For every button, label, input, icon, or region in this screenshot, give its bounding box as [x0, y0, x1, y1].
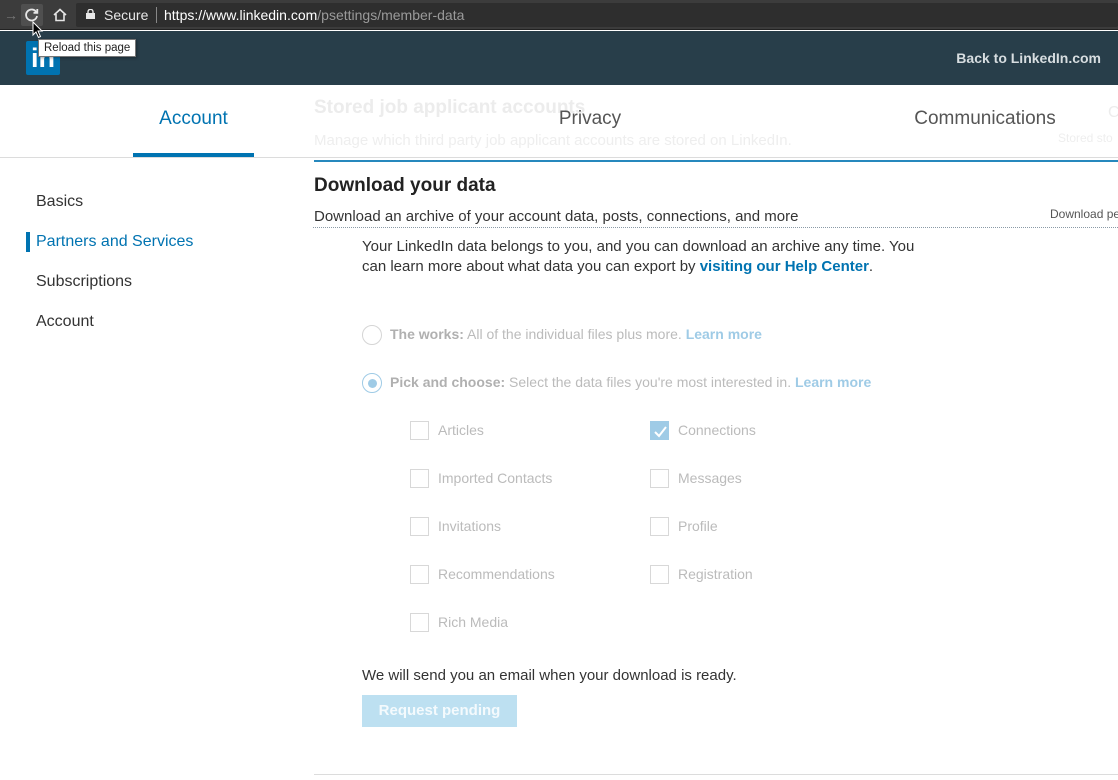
pick-and-choose-learn-more-link[interactable]: Learn more	[795, 374, 871, 390]
forward-icon[interactable]: →	[0, 4, 22, 26]
section-divider	[314, 160, 1118, 162]
pick-and-choose-desc: Select the data files you're most intere…	[505, 374, 795, 390]
omnibox-divider	[156, 7, 157, 23]
messages-checkbox[interactable]	[650, 469, 669, 488]
connections-label: Connections	[678, 422, 756, 438]
lock-icon	[86, 9, 95, 19]
secure-label: Secure	[104, 7, 149, 23]
tab-privacy[interactable]: Privacy	[530, 85, 650, 157]
home-icon[interactable]	[49, 4, 71, 26]
download-data-section-header[interactable]: Download your data Download an archive o…	[313, 170, 1118, 228]
settings-tabs: Account Privacy Communications	[0, 85, 1118, 158]
messages-label: Messages	[678, 470, 742, 486]
help-center-link[interactable]: visiting our Help Center	[700, 258, 869, 275]
rich-media-checkbox[interactable]	[410, 613, 429, 632]
linkedin-header: in Back to LinkedIn.com	[0, 31, 1118, 85]
profile-checkbox[interactable]	[650, 517, 669, 536]
section-description: Download an archive of your account data…	[314, 208, 799, 225]
tab-account[interactable]: Account	[133, 85, 254, 157]
the-works-desc: All of the individual files plus more.	[463, 326, 686, 342]
sidebar-item-account[interactable]: Account	[0, 302, 290, 342]
articles-label: Articles	[438, 422, 484, 438]
url-text[interactable]: https://www.linkedin.com/psettings/membe…	[164, 7, 464, 23]
invitations-checkbox[interactable]	[410, 517, 429, 536]
the-works-learn-more-link[interactable]: Learn more	[686, 326, 762, 342]
section-title: Download your data	[314, 175, 496, 196]
reload-tooltip: Reload this page	[38, 39, 137, 57]
imported-contacts-checkbox[interactable]	[410, 469, 429, 488]
sidebar-item-basics[interactable]: Basics	[0, 182, 290, 222]
email-notice: We will send you an email when your down…	[362, 667, 737, 684]
sidebar-item-partners-and-services[interactable]: Partners and Services	[0, 222, 290, 262]
url-path: /psettings/member-data	[317, 7, 465, 23]
request-pending-button[interactable]: Request pending	[362, 695, 517, 727]
rich-media-label: Rich Media	[438, 614, 509, 630]
intro-text-after: .	[868, 258, 874, 275]
registration-checkbox[interactable]	[650, 565, 669, 584]
the-works-radio[interactable]	[362, 325, 382, 345]
sidebar: Basics Partners and Services Subscriptio…	[0, 182, 290, 342]
the-works-label: The works:	[390, 326, 464, 342]
tab-communications[interactable]: Communications	[900, 85, 1070, 157]
registration-label: Registration	[678, 566, 753, 582]
url-host: https://www.linkedin.com	[164, 7, 318, 23]
back-to-linkedin-link[interactable]: Back to LinkedIn.com	[956, 50, 1101, 66]
recommendations-label: Recommendations	[438, 566, 555, 582]
connections-checkbox[interactable]	[650, 421, 669, 440]
section-right-text: Download pe	[1050, 207, 1118, 221]
address-bar[interactable]: Secure https://www.linkedin.com/psetting…	[76, 3, 1118, 27]
recommendations-checkbox[interactable]	[410, 565, 429, 584]
intro-text: Your LinkedIn data belongs to you, and y…	[362, 237, 922, 277]
pick-and-choose-radio[interactable]	[362, 373, 382, 393]
invitations-label: Invitations	[438, 518, 502, 534]
imported-contacts-label: Imported Contacts	[438, 470, 553, 486]
articles-checkbox[interactable]	[410, 421, 429, 440]
checkmark-icon	[654, 426, 667, 438]
mouse-cursor-icon	[32, 21, 44, 39]
sidebar-item-subscriptions[interactable]: Subscriptions	[0, 262, 290, 302]
pick-and-choose-label: Pick and choose:	[390, 374, 506, 390]
bottom-divider	[314, 774, 1118, 775]
profile-label: Profile	[678, 518, 718, 534]
browser-toolbar: → Secure https://www.linkedin.com/psetti…	[0, 0, 1118, 30]
